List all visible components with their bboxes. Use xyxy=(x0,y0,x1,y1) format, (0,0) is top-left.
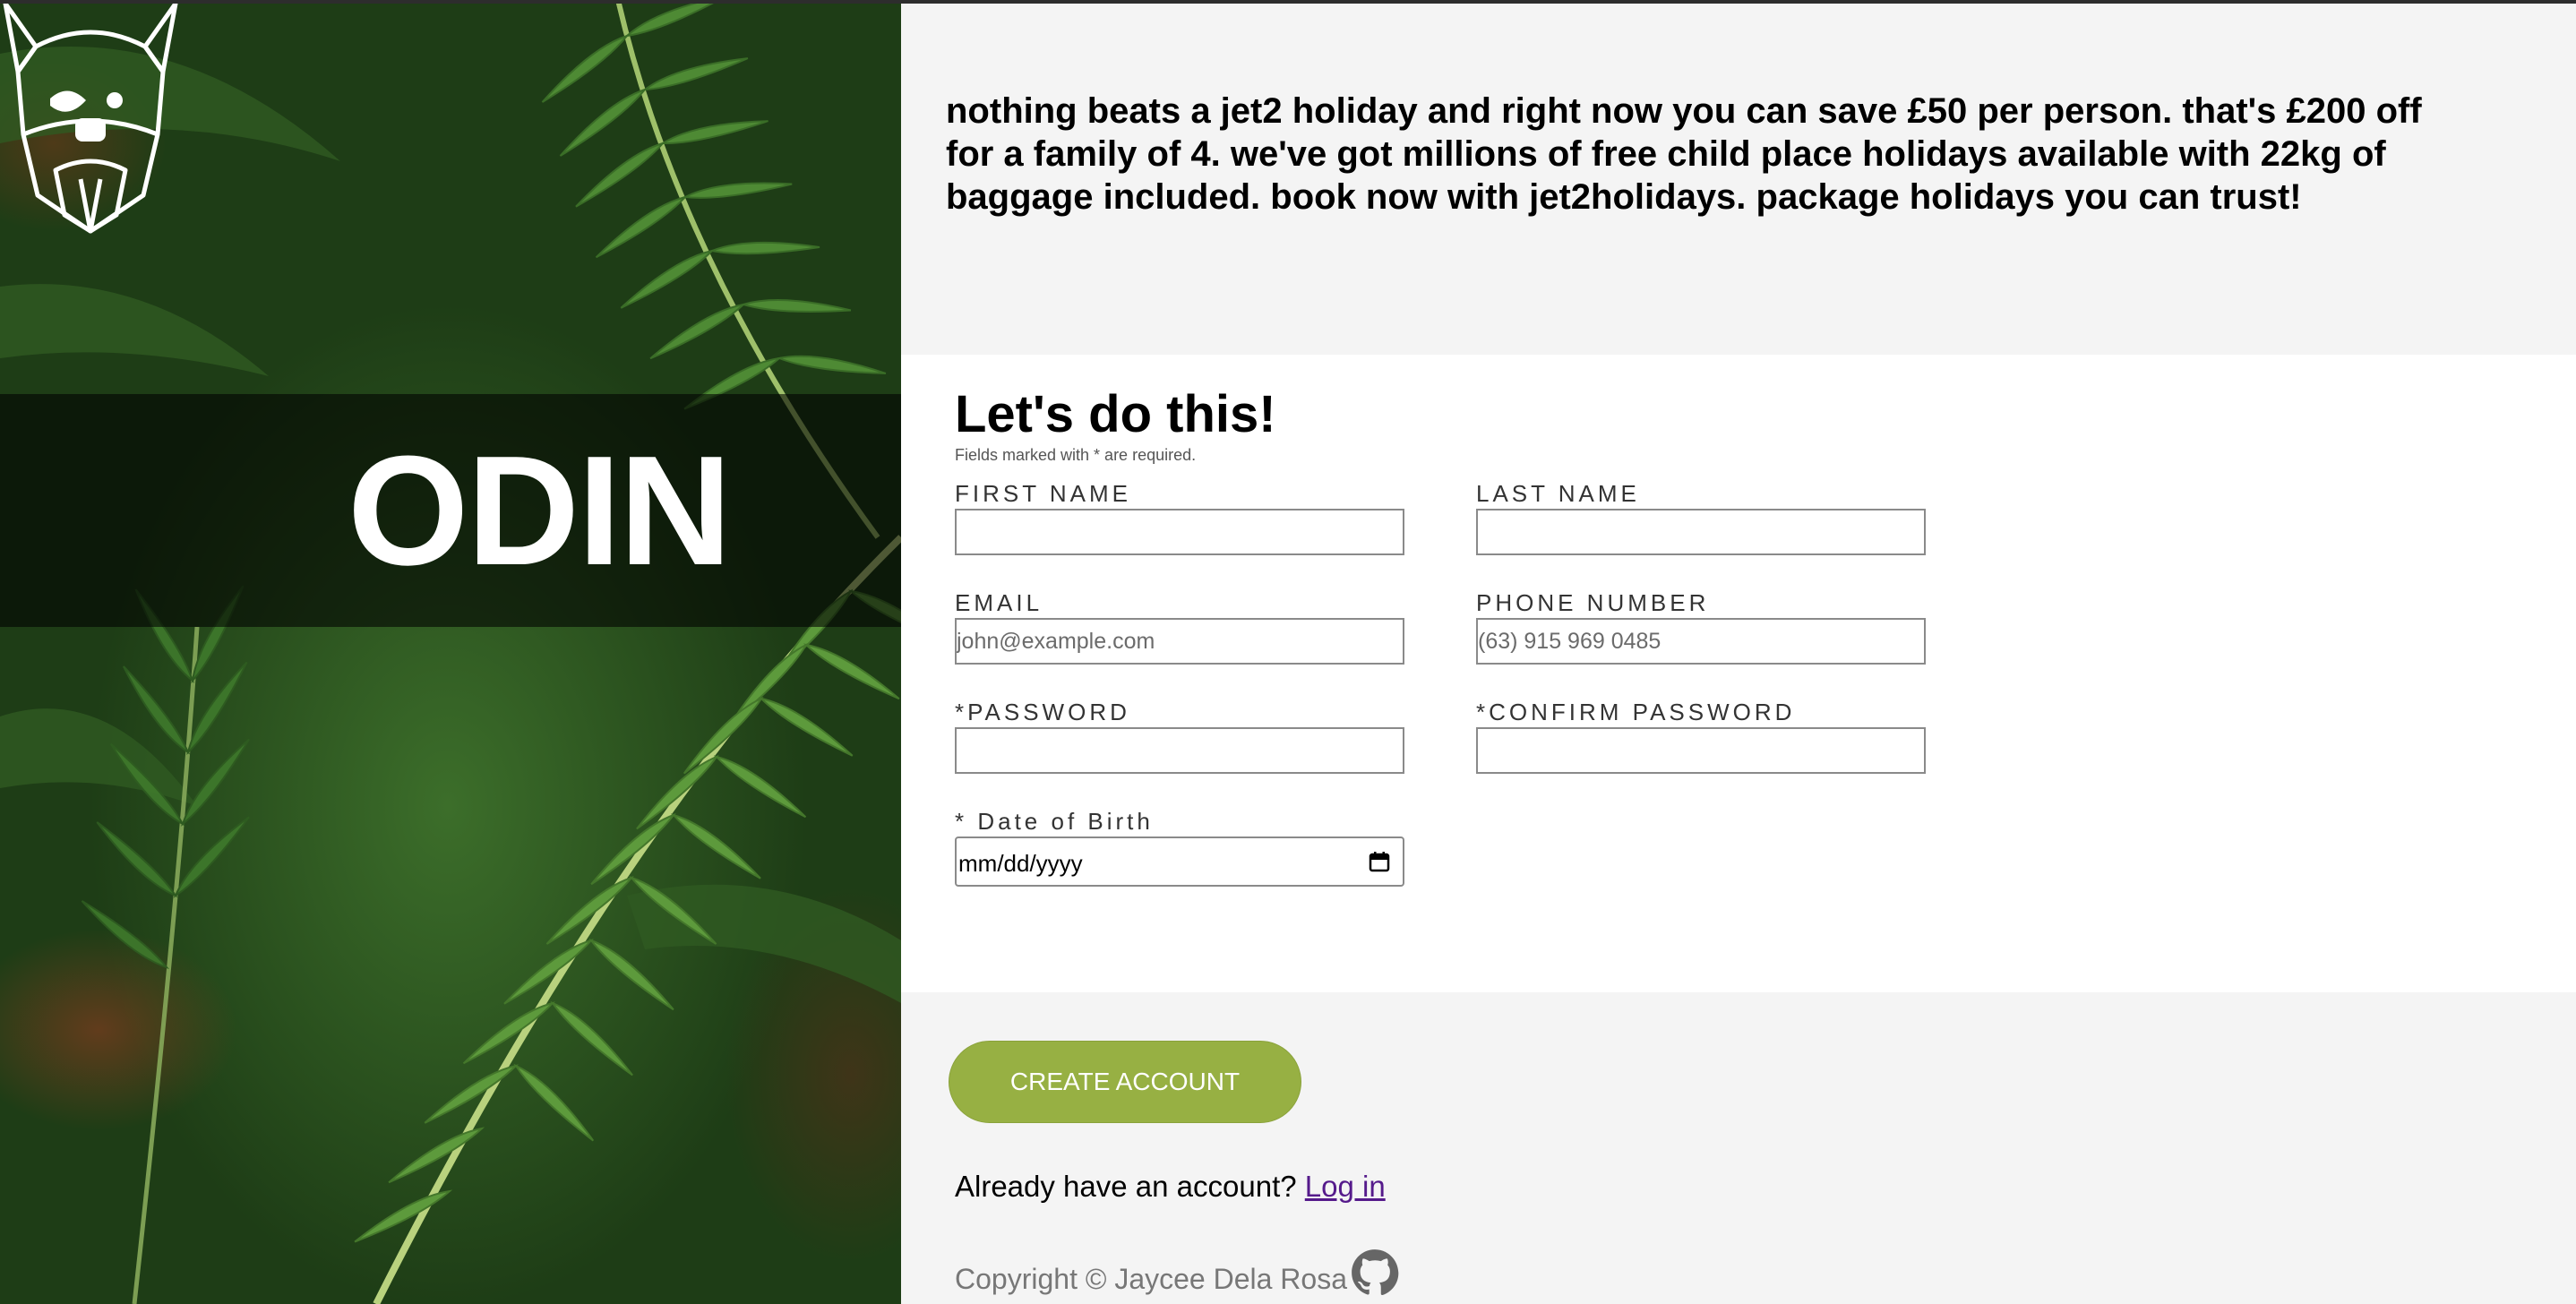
email-label: EMAIL xyxy=(955,589,1043,616)
create-account-button[interactable]: CREATE ACCOUNT xyxy=(949,1041,1301,1123)
required-fields-note: Fields marked with * are required. xyxy=(955,446,1197,464)
window-top-border xyxy=(0,0,2576,4)
calendar-icon[interactable] xyxy=(1369,851,1390,872)
dob-input[interactable]: mm/dd/yyyy xyxy=(955,836,1404,887)
confirm-password-input[interactable] xyxy=(1476,727,1926,774)
last-name-label: LAST NAME xyxy=(1476,480,1640,507)
login-link[interactable]: Log in xyxy=(1305,1170,1386,1203)
form-title: Let's do this! xyxy=(955,385,1276,443)
logo-text: ODIN xyxy=(348,423,732,597)
first-name-label: FIRST NAME xyxy=(955,480,1131,507)
viking-logo-icon xyxy=(3,1,178,234)
copyright-text: Copyright © Jaycee Dela Rosa xyxy=(955,1263,1347,1295)
signup-form: Let's do this! Fields marked with * are … xyxy=(901,355,2576,992)
login-prompt: Already have an account? Log in xyxy=(955,1170,1386,1204)
github-icon[interactable] xyxy=(1351,1248,1399,1297)
confirm-password-label: *CONFIRM PASSWORD xyxy=(1476,699,1796,725)
last-name-input[interactable] xyxy=(1476,509,1926,555)
signup-panel: nothing beats a jet2 holiday and right n… xyxy=(901,0,2576,1304)
phone-label: PHONE NUMBER xyxy=(1476,589,1710,616)
password-input[interactable] xyxy=(955,727,1404,774)
login-prompt-text: Already have an account? xyxy=(955,1170,1297,1203)
first-name-input[interactable] xyxy=(955,509,1404,555)
phone-input[interactable] xyxy=(1476,618,1926,665)
email-input[interactable] xyxy=(955,618,1404,665)
promo-text: nothing beats a jet2 holiday and right n… xyxy=(946,91,2422,217)
dob-label: * Date of Birth xyxy=(955,808,1154,835)
dob-placeholder: mm/dd/yyyy xyxy=(958,850,1083,877)
password-label: *PASSWORD xyxy=(955,699,1130,725)
hero-image: ODIN xyxy=(0,0,901,1304)
